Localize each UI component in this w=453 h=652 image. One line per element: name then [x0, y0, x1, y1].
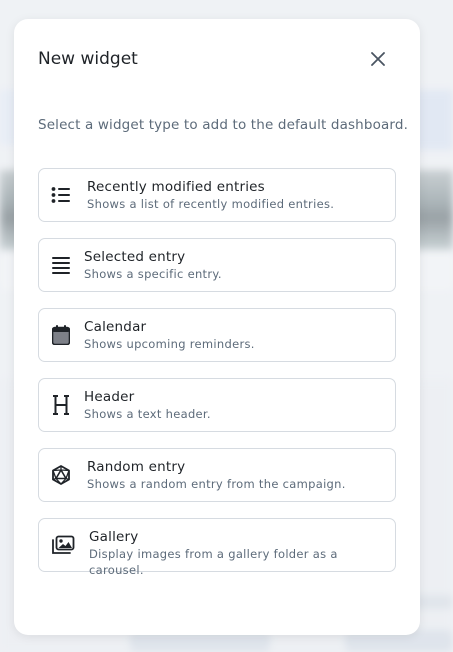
calendar-icon — [50, 324, 72, 346]
list-icon — [50, 184, 72, 206]
widget-option-header[interactable]: Header Shows a text header. — [38, 378, 396, 432]
widget-option-description: Shows a random entry from the campaign. — [87, 477, 346, 491]
widget-option-calendar[interactable]: Calendar Shows upcoming reminders. — [38, 308, 396, 362]
widget-option-description: Display images from a gallery folder as … — [89, 547, 338, 577]
images-icon — [51, 534, 75, 556]
widget-option-label: Recently modified entries — [87, 179, 265, 195]
widget-option-description: Shows a text header. — [84, 407, 211, 421]
dialog-subtitle: Select a widget type to add to the defau… — [38, 117, 409, 133]
close-button[interactable] — [366, 47, 390, 71]
widget-option-selected-entry[interactable]: Selected entry Shows a specific entry. — [38, 238, 396, 292]
dice-icon — [50, 464, 72, 486]
dialog-title: New widget — [38, 49, 138, 69]
widget-option-recent[interactable]: Recently modified entries Shows a list o… — [38, 168, 396, 222]
widget-option-description: Shows upcoming reminders. — [84, 337, 255, 351]
widget-option-random-entry[interactable]: Random entry Shows a random entry from t… — [38, 448, 396, 502]
widget-option-label: Calendar — [84, 319, 147, 335]
widget-option-label: Gallery — [89, 529, 139, 545]
widget-option-label: Random entry — [87, 459, 186, 475]
lines-icon — [50, 254, 72, 276]
widget-type-list: Recently modified entries Shows a list o… — [38, 168, 396, 588]
widget-option-description: Shows a specific entry. — [84, 267, 222, 281]
widget-option-label: Selected entry — [84, 249, 186, 265]
heading-icon — [50, 394, 72, 416]
close-icon — [371, 52, 385, 66]
new-widget-dialog: New widget Select a widget type to add t… — [14, 19, 420, 635]
widget-option-gallery[interactable]: Gallery Display images from a gallery fo… — [38, 518, 396, 577]
widget-option-label: Header — [84, 389, 135, 405]
widget-option-description: Shows a list of recently modified entrie… — [87, 197, 335, 211]
